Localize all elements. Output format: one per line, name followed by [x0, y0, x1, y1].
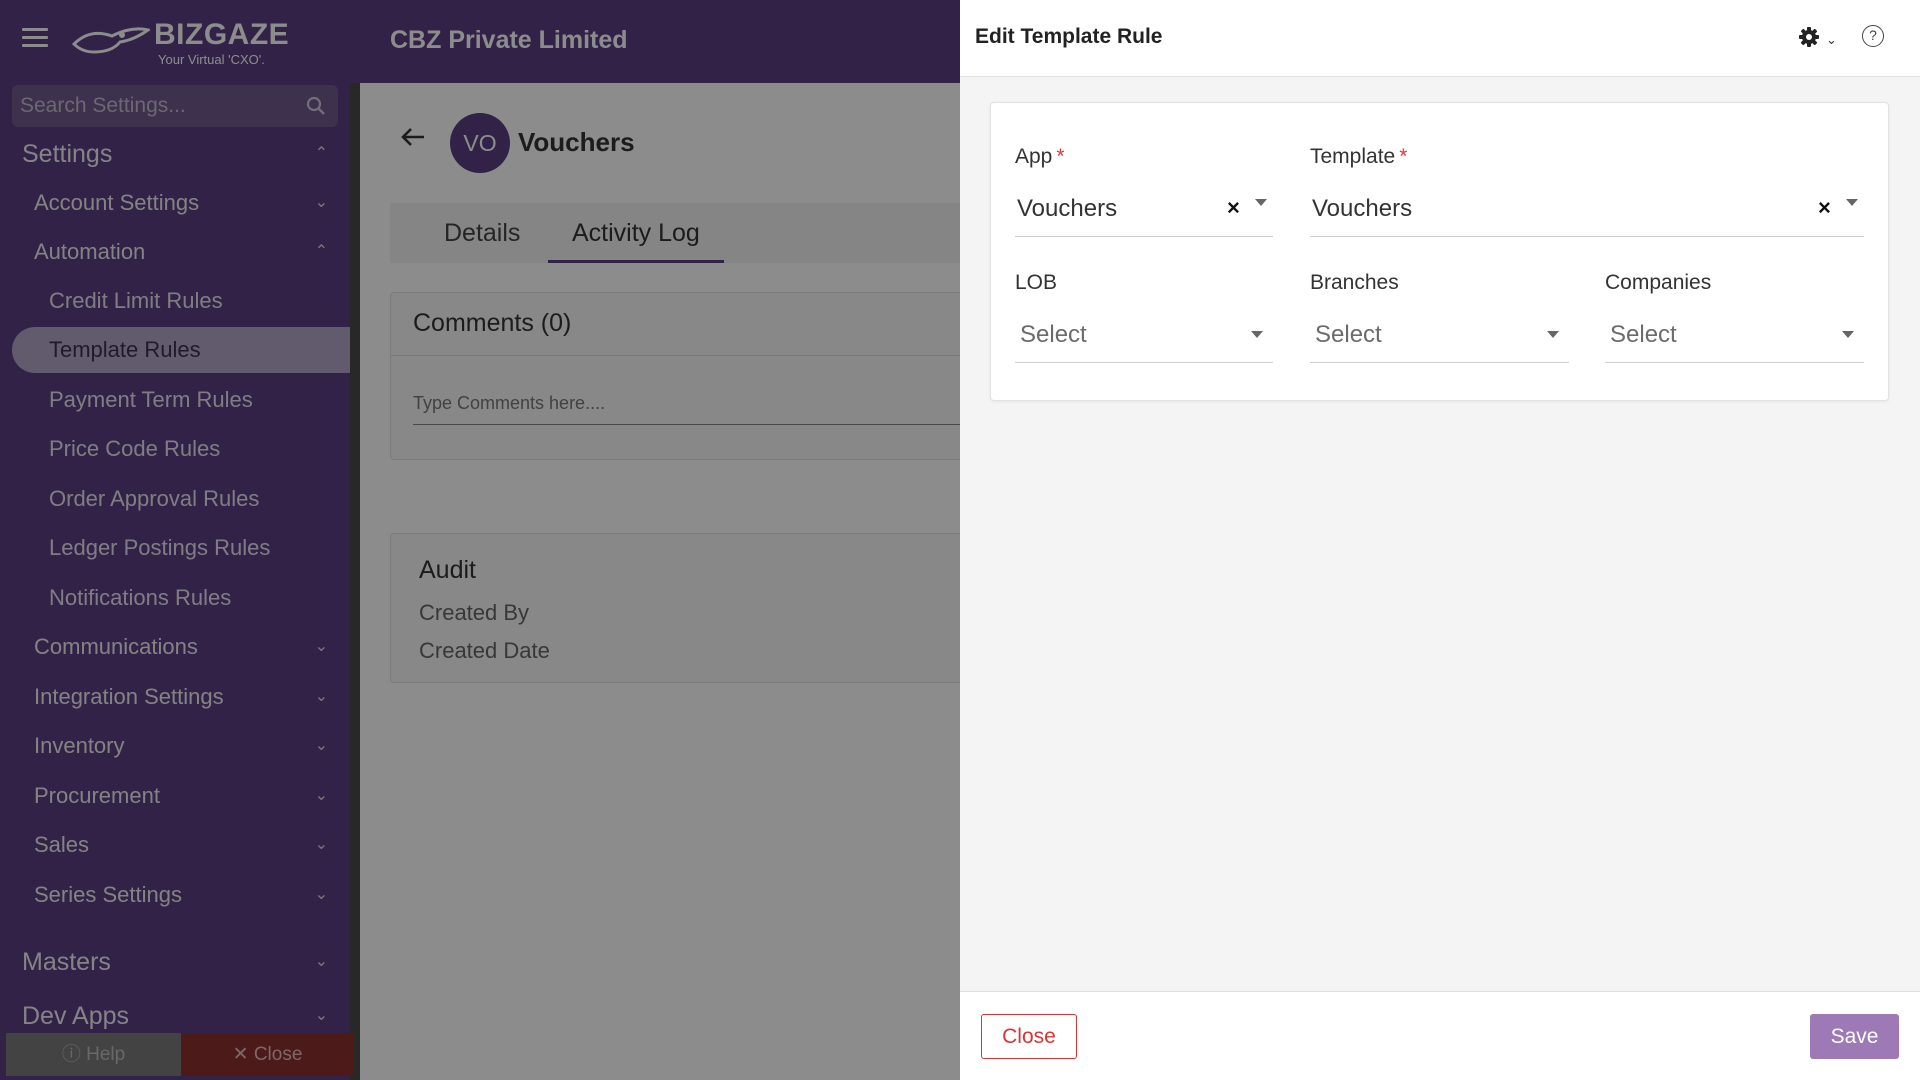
- modal-backdrop[interactable]: [0, 0, 960, 1080]
- branches-select[interactable]: Select: [1310, 311, 1569, 363]
- template-select[interactable]: Vouchers ×: [1310, 185, 1864, 237]
- lob-label: LOB: [1015, 271, 1058, 294]
- drawer-title: Edit Template Rule: [975, 25, 1163, 48]
- caret-down-icon[interactable]: [1547, 331, 1559, 338]
- required-marker: *: [1399, 145, 1408, 168]
- help-icon[interactable]: ?: [1862, 25, 1884, 47]
- close-button[interactable]: Close: [981, 1014, 1077, 1059]
- caret-down-icon[interactable]: [1255, 199, 1267, 206]
- companies-label: Companies: [1605, 271, 1712, 294]
- app-label-text: App: [1015, 145, 1053, 168]
- edit-template-rule-drawer: Edit Template Rule ⌄ ? App * Vouchers × T…: [960, 0, 1920, 1080]
- lob-select[interactable]: Select: [1015, 311, 1273, 363]
- template-label: Template *: [1310, 145, 1407, 169]
- caret-down-icon[interactable]: [1842, 331, 1854, 338]
- branches-select-placeholder: Select: [1315, 321, 1382, 348]
- caret-down-icon[interactable]: [1251, 331, 1263, 338]
- template-rule-form: App * Vouchers × Template * Vouchers × LOB…: [990, 102, 1889, 401]
- companies-select[interactable]: Select: [1605, 311, 1864, 363]
- drawer-header: Edit Template Rule ⌄ ?: [960, 0, 1920, 77]
- required-marker: *: [1056, 145, 1065, 168]
- branches-label: Branches: [1310, 271, 1399, 294]
- template-label-text: Template: [1310, 145, 1396, 168]
- lob-select-placeholder: Select: [1020, 321, 1087, 348]
- save-button[interactable]: Save: [1810, 1014, 1899, 1059]
- app-select[interactable]: Vouchers ×: [1015, 185, 1273, 237]
- template-select-value: Vouchers: [1312, 195, 1413, 222]
- drawer-footer: Close Save: [960, 991, 1920, 1080]
- chevron-down-icon[interactable]: ⌄: [1826, 32, 1837, 48]
- app-label: App *: [1015, 145, 1065, 169]
- clear-icon[interactable]: ×: [1818, 195, 1831, 221]
- gear-icon[interactable]: [1798, 26, 1820, 48]
- clear-icon[interactable]: ×: [1227, 195, 1240, 221]
- companies-select-placeholder: Select: [1610, 321, 1677, 348]
- app-select-value: Vouchers: [1017, 195, 1118, 222]
- caret-down-icon[interactable]: [1846, 199, 1858, 206]
